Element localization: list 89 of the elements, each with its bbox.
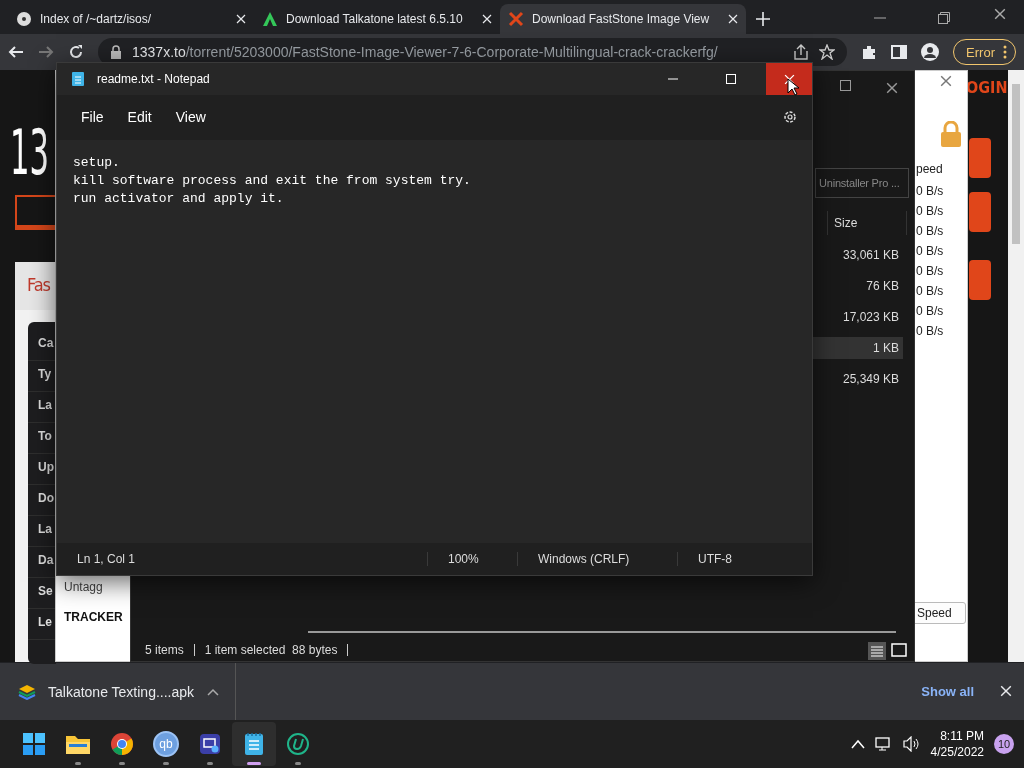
monitor-app-icon[interactable]	[198, 732, 222, 756]
speed-cell: 0 B/s	[916, 304, 944, 318]
status-text: 5 items	[145, 643, 184, 657]
window-title: readme.txt - Notepad	[97, 72, 210, 86]
more-icon	[1003, 45, 1007, 59]
size-cell[interactable]: 17,023 KB	[811, 306, 903, 328]
maximize-icon	[726, 74, 736, 84]
status-text: 100%	[427, 552, 517, 566]
back-icon[interactable]	[8, 44, 24, 60]
extensions-icon[interactable]	[861, 44, 878, 60]
tiles-view-icon[interactable]	[891, 643, 907, 659]
status-text: UTF-8	[677, 552, 795, 566]
status-text: 1 item selected 88 bytes	[204, 643, 338, 657]
new-tab-icon[interactable]	[756, 12, 770, 26]
size-cell[interactable]: 33,061 KB	[811, 244, 903, 266]
text-editor[interactable]: setup. kill software process and exit the from system try. run activator and apply it.	[57, 139, 812, 543]
menu-item[interactable]: View	[165, 105, 216, 129]
restore-icon[interactable]	[938, 12, 950, 24]
speed-cell: 0 B/s	[916, 224, 944, 238]
clock[interactable]: 8:11 PM 4/25/2022	[930, 729, 984, 759]
network-icon[interactable]	[874, 736, 893, 752]
detail-label: Do	[38, 491, 54, 505]
card-title: Fas	[27, 274, 51, 295]
side-panel-icon[interactable]	[891, 44, 908, 60]
chrome-icon[interactable]	[110, 732, 134, 756]
detail-label: To	[38, 429, 52, 443]
status-text: Windows (CRLF)	[517, 552, 677, 566]
caret-icon[interactable]	[207, 687, 219, 696]
sidebar-item[interactable]: Untagg	[64, 580, 103, 594]
lock-icon	[940, 121, 962, 147]
speed-cell: 0 B/s	[916, 184, 944, 198]
menu-item[interactable]: File	[71, 105, 114, 129]
column-header: peed	[916, 162, 943, 176]
windows-start-icon[interactable]	[22, 732, 46, 756]
speed-button[interactable]: Speed	[912, 602, 966, 624]
browser-tab[interactable]: Download FastStone Image View	[500, 4, 746, 34]
close-icon[interactable]	[886, 82, 898, 94]
cross-logo-icon	[508, 11, 524, 27]
sidebar-heading[interactable]: TRACKER	[64, 610, 123, 624]
browser-tab[interactable]: Index of /~dartz/isos/	[8, 4, 254, 34]
url-text: 1337x.to/torrent/5203000/FastStone-Image-Viewer-7-6-Corporate-Multilingual-crack-crackerfg/	[132, 44, 718, 60]
detail-label: Se	[38, 584, 53, 598]
detail-label: Ty	[38, 367, 52, 381]
notepad-icon[interactable]	[243, 732, 265, 756]
menu-item[interactable]: Edit	[117, 105, 162, 129]
status-text: Ln 1, Col 1	[76, 552, 137, 566]
close-icon[interactable]	[994, 8, 1006, 20]
disc-icon	[16, 11, 32, 27]
notification-badge[interactable]: 10	[994, 734, 1014, 754]
mouse-cursor-icon	[787, 78, 799, 96]
forward-icon[interactable]	[38, 44, 54, 60]
close-button[interactable]	[766, 63, 812, 95]
stacked-layers-icon	[18, 683, 36, 700]
volume-icon[interactable]	[902, 736, 921, 752]
site-logo: 13	[10, 122, 50, 184]
size-cell[interactable]: 76 KB	[811, 275, 903, 297]
lock-icon	[110, 45, 122, 59]
detail-label: La	[38, 398, 52, 412]
triangle-logo-icon	[262, 11, 278, 27]
details-view-icon[interactable]	[868, 642, 886, 660]
star-icon[interactable]	[819, 44, 836, 60]
login-link[interactable]: OGIN	[966, 78, 1008, 97]
folder-icon[interactable]	[65, 733, 91, 755]
detail-label: La	[38, 522, 52, 536]
size-cell[interactable]: 25,349 KB	[811, 368, 903, 390]
browser-tab[interactable]: Download Talkatone latest 6.5.10	[254, 4, 500, 34]
profile-icon[interactable]	[921, 43, 940, 61]
detail-label: Ca	[38, 336, 54, 350]
speed-cell: 0 B/s	[916, 204, 944, 218]
file-name: Talkatone Texting....apk	[48, 683, 195, 700]
speed-cell: 0 B/s	[916, 264, 944, 278]
speed-cell: 0 B/s	[916, 244, 944, 258]
notepad-icon	[71, 71, 85, 87]
show-all-link[interactable]: Show all	[915, 678, 980, 705]
search-field[interactable]: Uninstaller Pro ...	[815, 168, 909, 198]
reload-icon[interactable]	[68, 44, 84, 60]
circle-logo-app-icon[interactable]	[286, 732, 310, 756]
share-icon[interactable]	[793, 44, 810, 60]
detail-label: Up	[38, 460, 54, 474]
detail-label: Da	[38, 553, 54, 567]
taskbar-button[interactable]	[232, 722, 276, 766]
speed-cell: 0 B/s	[916, 324, 944, 338]
detail-label: Le	[38, 615, 52, 629]
chevron-up-icon[interactable]	[850, 739, 865, 749]
settings-icon[interactable]	[782, 109, 798, 125]
maximize-icon[interactable]	[840, 80, 851, 91]
speed-cell: 0 B/s	[916, 284, 944, 298]
size-cell[interactable]: 1 KB	[811, 337, 903, 359]
column-header[interactable]: Size	[827, 211, 907, 235]
